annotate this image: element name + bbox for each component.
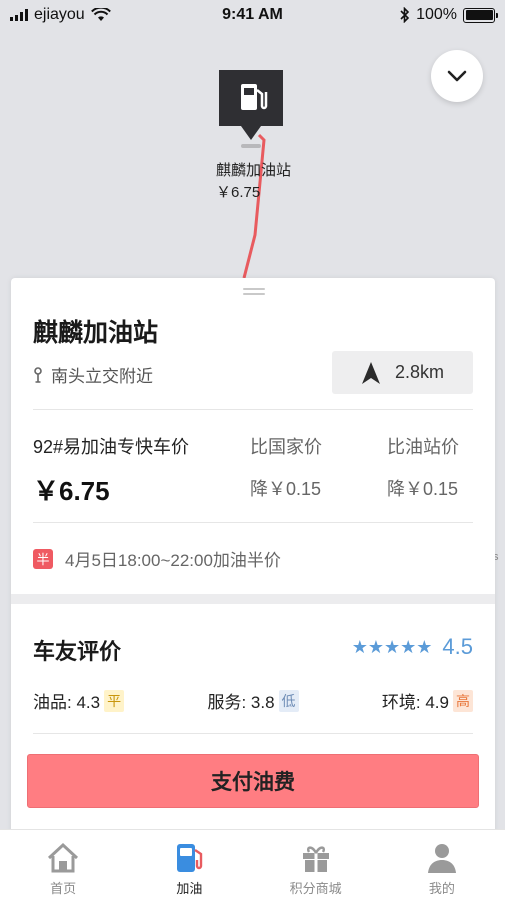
status-right: 100% [400,6,498,24]
pin-label: 麒麟加油站 ￥6.75 [216,160,291,204]
location-marker-icon [34,366,42,383]
navigation-arrow-icon [361,361,380,384]
signal-icon [10,9,28,21]
pay-fuel-button[interactable]: 支付油费 [27,754,479,808]
tab-profile[interactable]: 我的 [379,830,505,900]
station-name: 麒麟加油站 [33,319,159,347]
drag-handle[interactable] [243,288,265,296]
promo-badge: 半 [33,548,53,569]
tab-bar: 首页 加油 积分商城 我的 [0,829,505,900]
metric-fuel-quality: 油品: 4.3 平 [33,688,125,713]
divider [33,733,473,734]
tab-label: 首页 [50,881,77,896]
price-value: ￥6.75 [33,476,110,506]
metric-tag: 低 [278,689,299,712]
carrier-name: ejiayou [34,6,85,23]
pin-price: ￥6.75 [216,184,261,201]
collapse-button[interactable] [431,50,483,102]
metric-label: 油品: 4.3 [33,693,101,712]
bluetooth-icon [400,7,410,23]
metric-tag: 高 [453,689,473,712]
compare-station-value: 降￥0.15 [387,479,459,499]
metric-tag: 平 [104,689,125,712]
station-card: 麒麟加油站 南头立交附近 2.8km 92#易加油专快车价 ￥6.75 比国家价… [11,278,495,838]
review-metrics: 油品: 4.3 平 服务: 3.8 低 环境: 4.9 高 [33,688,473,713]
metric-environment: 环境: 4.9 高 [382,688,473,713]
status-left: ejiayou [10,6,111,24]
section-separator [11,594,495,604]
rating-summary[interactable]: ★★★★★ 4.5 [352,634,473,660]
metric-service: 服务: 3.8 低 [207,688,299,713]
product-label: 92#易加油专快车价 [33,437,190,457]
price-compare-station: 比油站价 降￥0.15 [387,433,459,501]
compare-station-label: 比油站价 [387,437,459,457]
metric-label: 环境: 4.9 [381,693,449,712]
divider [33,522,473,523]
tab-label: 积分商城 [289,881,342,896]
compare-national-label: 比国家价 [250,437,322,457]
metric-label: 服务: 3.8 [207,693,275,712]
divider [33,409,473,410]
tab-fuel[interactable]: 加油 [126,830,252,900]
chevron-down-icon [447,70,467,82]
reviews-title: 车友评价 [33,639,122,664]
compare-national-value: 降￥0.15 [250,479,322,499]
pin-station-name: 麒麟加油站 [216,162,292,179]
station-location: 南头立交附近 [33,362,153,387]
status-time: 9:41 AM [222,6,283,23]
gift-icon [302,846,329,872]
tab-label: 加油 [176,881,203,896]
gas-station-pin[interactable] [217,68,285,150]
distance-text: 2.8km [394,362,445,382]
tab-home[interactable]: 首页 [0,830,126,900]
battery-icon [463,7,498,23]
fuel-icon [177,844,203,872]
home-icon [48,842,79,873]
tab-label: 我的 [428,881,455,896]
status-bar: ejiayou 9:41 AM 100% [0,0,505,30]
price-main: 92#易加油专快车价 ￥6.75 [33,433,189,508]
promo-text: 4月5日18:00~22:00加油半价 [65,551,281,570]
location-text: 南头立交附近 [51,367,153,386]
promotion[interactable]: 半 4月5日18:00~22:00加油半价 [33,546,281,571]
rating-value: 4.5 [442,634,473,659]
gas-pump-icon [219,70,283,148]
wifi-icon [90,8,111,21]
battery-percent: 100% [416,6,457,23]
price-compare-national: 比国家价 降￥0.15 [250,433,322,501]
tab-points-mall[interactable]: 积分商城 [253,830,379,900]
star-rating-icon: ★★★★★ [351,636,433,658]
profile-icon [427,844,456,873]
navigate-button[interactable]: 2.8km [332,351,473,394]
